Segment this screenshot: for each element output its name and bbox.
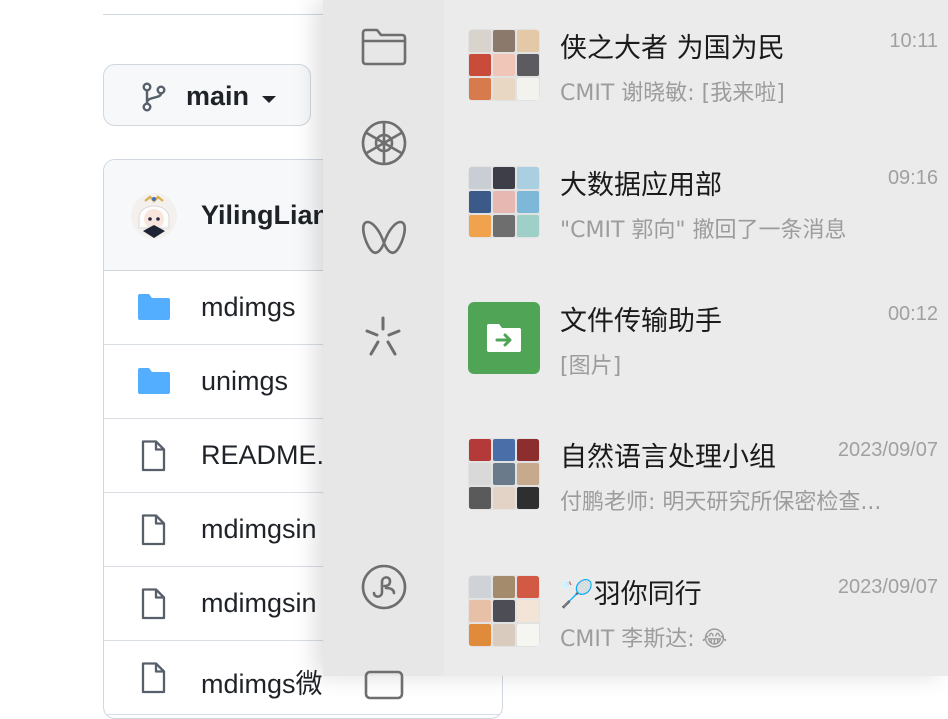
wechat-window: 侠之大者 为国为民 10:11 CMIT 谢晓敏: [我来啦] 大数据应用部 0… bbox=[323, 0, 948, 700]
file-icon bbox=[141, 514, 166, 546]
group-avatar bbox=[468, 438, 540, 510]
folder-icon[interactable] bbox=[359, 22, 409, 72]
chat-item[interactable]: 文件传输助手 00:12 [图片] bbox=[444, 273, 948, 403]
chat-name: 大数据应用部 bbox=[560, 170, 722, 201]
chat-name: 侠之大者 为国为民 bbox=[560, 33, 785, 64]
chat-preview: CMIT 李斯达: 😂 bbox=[560, 627, 728, 652]
divider bbox=[103, 14, 343, 15]
file-transfer-icon bbox=[487, 324, 521, 352]
chat-preview: 付鹏老师: 明天研究所保密检查... bbox=[560, 490, 882, 515]
git-branch-icon bbox=[142, 82, 166, 112]
file-name[interactable]: unimgs bbox=[201, 366, 288, 397]
chat-preview: "CMIT 郭向" 撤回了一条消息 bbox=[560, 218, 847, 243]
file-icon bbox=[141, 588, 166, 620]
chat-item[interactable]: 侠之大者 为国为民 10:11 CMIT 谢晓敏: [我来啦] bbox=[444, 0, 948, 130]
chat-time: 2023/09/07 bbox=[837, 576, 938, 598]
folder-icon bbox=[138, 294, 170, 320]
group-avatar bbox=[468, 166, 540, 238]
phone-icon[interactable] bbox=[359, 660, 409, 710]
chat-name: 🏸羽你同行 bbox=[560, 579, 702, 610]
chat-preview: CMIT 谢晓敏: [我来啦] bbox=[560, 81, 785, 106]
moments-aperture-icon[interactable] bbox=[359, 118, 409, 168]
mini-programs-icon[interactable] bbox=[359, 562, 409, 612]
chat-item[interactable]: 大数据应用部 09:16 "CMIT 郭向" 撤回了一条消息 bbox=[444, 137, 948, 267]
file-icon bbox=[141, 440, 166, 472]
channels-icon[interactable] bbox=[359, 212, 409, 262]
file-name[interactable]: mdimgs bbox=[201, 292, 296, 323]
commit-author[interactable]: YilingLian bbox=[201, 200, 329, 231]
file-name[interactable]: mdimgs微 bbox=[201, 662, 323, 701]
folder-icon bbox=[138, 368, 170, 394]
chat-time: 10:11 bbox=[889, 30, 938, 52]
chat-item[interactable]: 自然语言处理小组 2023/09/07 付鹏老师: 明天研究所保密检查... bbox=[444, 409, 948, 539]
chat-item[interactable]: 🏸羽你同行 2023/09/07 CMIT 李斯达: 😂 bbox=[444, 546, 948, 676]
file-name[interactable]: mdimgsin bbox=[201, 514, 317, 545]
chat-name: 自然语言处理小组 bbox=[560, 442, 776, 473]
file-icon bbox=[141, 662, 166, 694]
branch-selector-button[interactable]: main bbox=[103, 64, 311, 126]
chat-time: 09:16 bbox=[887, 167, 938, 189]
branch-label: main bbox=[186, 81, 250, 111]
group-avatar bbox=[468, 575, 540, 647]
chat-time: 2023/09/07 bbox=[837, 439, 938, 461]
file-name[interactable]: mdimgsin bbox=[201, 588, 317, 619]
search-sparkle-icon[interactable] bbox=[359, 312, 409, 362]
file-name[interactable]: README. bbox=[201, 440, 324, 471]
chevron-down-icon bbox=[262, 96, 276, 103]
chat-list: 侠之大者 为国为民 10:11 CMIT 谢晓敏: [我来啦] 大数据应用部 0… bbox=[444, 0, 948, 676]
chat-preview: [图片] bbox=[560, 354, 622, 379]
avatar[interactable] bbox=[130, 192, 178, 240]
wechat-sidebar bbox=[323, 0, 444, 700]
chat-name: 文件传输助手 bbox=[560, 306, 722, 337]
group-avatar bbox=[468, 29, 540, 101]
chat-time: 00:12 bbox=[887, 303, 938, 325]
file-transfer-avatar bbox=[468, 302, 540, 374]
